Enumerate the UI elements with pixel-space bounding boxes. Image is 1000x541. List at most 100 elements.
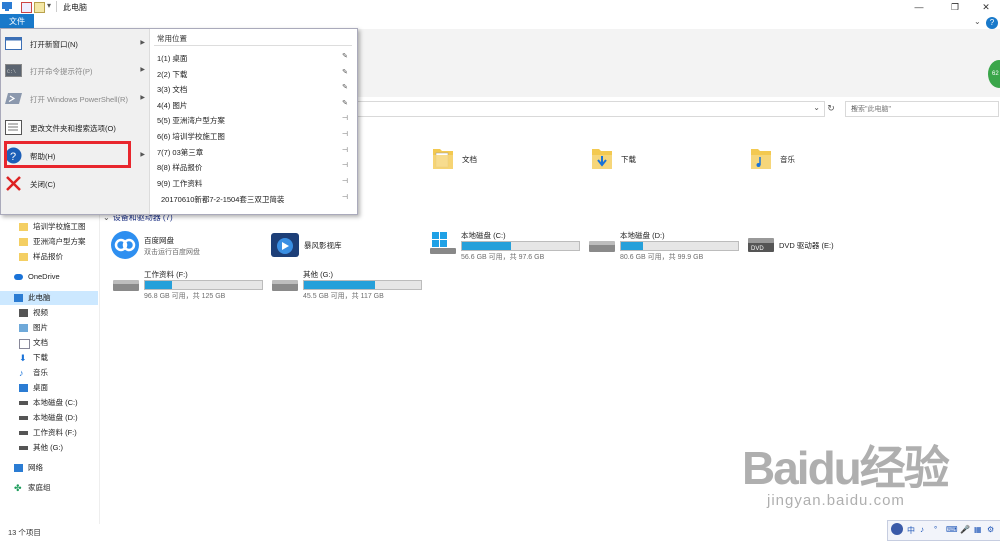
capacity-bar: [144, 280, 263, 290]
folder-downloads[interactable]: 下载: [592, 145, 636, 173]
menu-close[interactable]: 关闭(C): [1, 171, 149, 197]
address-bar[interactable]: ⌄: [356, 101, 825, 117]
device-drive-d[interactable]: 本地磁盘 (D:) 80.6 GB 可用，共 99.9 GB: [589, 230, 739, 261]
recent-item[interactable]: 7(7) 03第三章 ⊣: [151, 144, 355, 159]
ime-punctuation-icon[interactable]: ♪: [920, 525, 924, 534]
menu-label: 更改文件夹和搜索选项(O): [30, 124, 116, 133]
nav-item-homegroup[interactable]: ✤ 家庭组: [0, 481, 98, 495]
pin-icon[interactable]: ⊣: [342, 177, 348, 185]
nav-item-documents[interactable]: 文档: [0, 336, 98, 350]
window-title: 此电脑: [63, 3, 87, 12]
nav-item-drive-c[interactable]: 本地磁盘 (C:): [0, 396, 98, 410]
nav-item-training-school[interactable]: 培训学校施工图: [0, 220, 98, 234]
submenu-arrow-icon: ▶: [140, 95, 145, 101]
quick-access-dropdown-icon[interactable]: ▾: [47, 1, 51, 10]
device-sub: 56.6 GB 可用，共 97.6 GB: [461, 254, 545, 261]
menu-folder-options[interactable]: 更改文件夹和搜索选项(O): [1, 115, 149, 141]
nav-item-asia-bay[interactable]: 亚洲湾户型方案: [0, 235, 98, 249]
nav-item-drive-f[interactable]: 工作资料 (F:): [0, 426, 98, 440]
close-window-button[interactable]: ✕: [972, 0, 1000, 14]
submenu-arrow-icon: ▶: [140, 40, 145, 46]
pinned-icon[interactable]: ✎: [342, 68, 348, 76]
pinned-icon[interactable]: ✎: [342, 99, 348, 107]
help-icon[interactable]: ?: [986, 17, 998, 29]
device-sub: 45.5 GB 可用，共 117 GB: [303, 293, 384, 300]
ime-toolbox-icon[interactable]: ▦: [974, 525, 982, 534]
recent-item[interactable]: 3(3) 文档 ✎: [151, 81, 355, 96]
submenu-arrow-icon: ▶: [140, 67, 145, 73]
menu-label: 关闭(C): [30, 180, 56, 189]
nav-label: 本地磁盘 (C:): [33, 398, 78, 407]
nav-item-onedrive[interactable]: OneDrive: [0, 270, 98, 284]
recent-item[interactable]: 2(2) 下载 ✎: [151, 66, 355, 81]
folder-documents[interactable]: 文档: [433, 145, 477, 173]
nav-item-sample-quote[interactable]: 样品报价: [0, 250, 98, 264]
device-drive-c[interactable]: 本地磁盘 (C:) 56.6 GB 可用，共 97.6 GB: [430, 230, 580, 261]
device-drive-f[interactable]: 工作资料 (F:) 96.8 GB 可用，共 125 GB: [113, 269, 263, 300]
nav-label: 亚洲湾户型方案: [33, 237, 86, 246]
search-input[interactable]: 搜索"此电脑" ⌕: [845, 101, 999, 117]
recent-item[interactable]: 9(9) 工作资料 ⊣: [151, 175, 355, 190]
watermark-url: jingyan.baidu.com: [767, 492, 905, 509]
recent-item[interactable]: 20170610新都7-2-1504套三双卫简装 ⊣: [151, 191, 355, 206]
ime-chinese-mode[interactable]: 中: [907, 525, 915, 536]
nav-item-videos[interactable]: 视频: [0, 306, 98, 320]
pin-icon[interactable]: ⊣: [342, 146, 348, 154]
ime-keyboard-icon[interactable]: ⌨: [946, 525, 958, 534]
ime-voice-icon[interactable]: 🎤: [960, 525, 970, 534]
ime-logo-icon[interactable]: [891, 523, 903, 535]
menu-label: 打开新窗口(N): [30, 40, 78, 49]
nav-label: 样品报价: [33, 252, 63, 261]
pin-icon[interactable]: ⊣: [342, 161, 348, 169]
menu-open-cmd[interactable]: C:\ 打开命令提示符(P) ▶: [1, 58, 149, 84]
maximize-button[interactable]: ❐: [941, 0, 969, 14]
ribbon-expand-icon[interactable]: ⌄: [974, 17, 981, 26]
pinned-icon[interactable]: ✎: [342, 52, 348, 60]
refresh-button[interactable]: ↻: [824, 101, 838, 115]
recent-item[interactable]: 5(5) 亚洲湾户型方案 ⊣: [151, 112, 355, 127]
nav-item-drive-g[interactable]: 其他 (G:): [0, 441, 98, 455]
pin-icon[interactable]: ⊣: [342, 130, 348, 138]
nav-item-music[interactable]: ♪ 音乐: [0, 366, 98, 380]
nav-item-downloads[interactable]: ⬇ 下载: [0, 351, 98, 365]
nav-item-pictures[interactable]: 图片: [0, 321, 98, 335]
baidu-netdisk-icon: [111, 231, 139, 259]
recent-label: 7(7) 03第三章: [157, 148, 204, 157]
recent-label: 8(8) 样品报价: [157, 163, 203, 172]
nav-item-drive-d[interactable]: 本地磁盘 (D:): [0, 411, 98, 425]
device-label: 本地磁盘 (C:): [461, 231, 506, 240]
menu-open-powershell[interactable]: 打开 Windows PowerShell(R) ▶: [1, 86, 149, 112]
nav-item-network[interactable]: 网络: [0, 461, 98, 475]
recent-item[interactable]: 1(1) 桌面 ✎: [151, 50, 355, 65]
menu-open-new-window[interactable]: 打开新窗口(N) ▶: [1, 31, 149, 57]
nav-item-desktop[interactable]: 桌面: [0, 381, 98, 395]
pinned-icon[interactable]: ✎: [342, 83, 348, 91]
ime-settings-icon[interactable]: ⚙: [987, 525, 994, 534]
windows-drive-icon: [430, 232, 456, 254]
recent-item[interactable]: 8(8) 样品报价 ⊣: [151, 159, 355, 174]
new-folder-icon[interactable]: [34, 2, 45, 13]
device-dvd-drive[interactable]: DVD DVD 驱动器 (E:): [748, 230, 834, 258]
tab-file[interactable]: 文件: [0, 14, 34, 29]
properties-icon[interactable]: [21, 2, 32, 13]
recent-item[interactable]: 4(4) 图片 ✎: [151, 97, 355, 112]
file-menu: 打开新窗口(N) ▶ C:\ 打开命令提示符(P) ▶ 打开 Windows P…: [0, 28, 358, 215]
folder-label: 音乐: [780, 155, 795, 164]
folder-music[interactable]: 音乐: [751, 145, 795, 173]
capacity-fill: [462, 242, 512, 250]
capacity-fill: [145, 281, 172, 289]
recent-item[interactable]: 6(6) 培训学校施工图 ⊣: [151, 128, 355, 143]
minimize-button[interactable]: —: [905, 0, 933, 14]
nav-item-this-pc[interactable]: 此电脑: [0, 291, 98, 305]
ime-fullwidth-icon[interactable]: °: [934, 525, 937, 534]
device-storm-video[interactable]: 暴风影视库: [270, 230, 342, 262]
nav-label: 此电脑: [28, 293, 51, 302]
capacity-fill: [621, 242, 644, 250]
device-baidu-netdisk[interactable]: 百度网盘 双击运行百度网盘: [110, 230, 200, 262]
pin-icon[interactable]: ⊣: [342, 193, 348, 201]
nav-label: 音乐: [33, 368, 48, 377]
submenu-arrow-icon: ▶: [140, 152, 145, 158]
pin-icon[interactable]: ⊣: [342, 114, 348, 122]
device-drive-g[interactable]: 其他 (G:) 45.5 GB 可用，共 117 GB: [272, 269, 422, 300]
address-dropdown-icon[interactable]: ⌄: [813, 103, 820, 112]
